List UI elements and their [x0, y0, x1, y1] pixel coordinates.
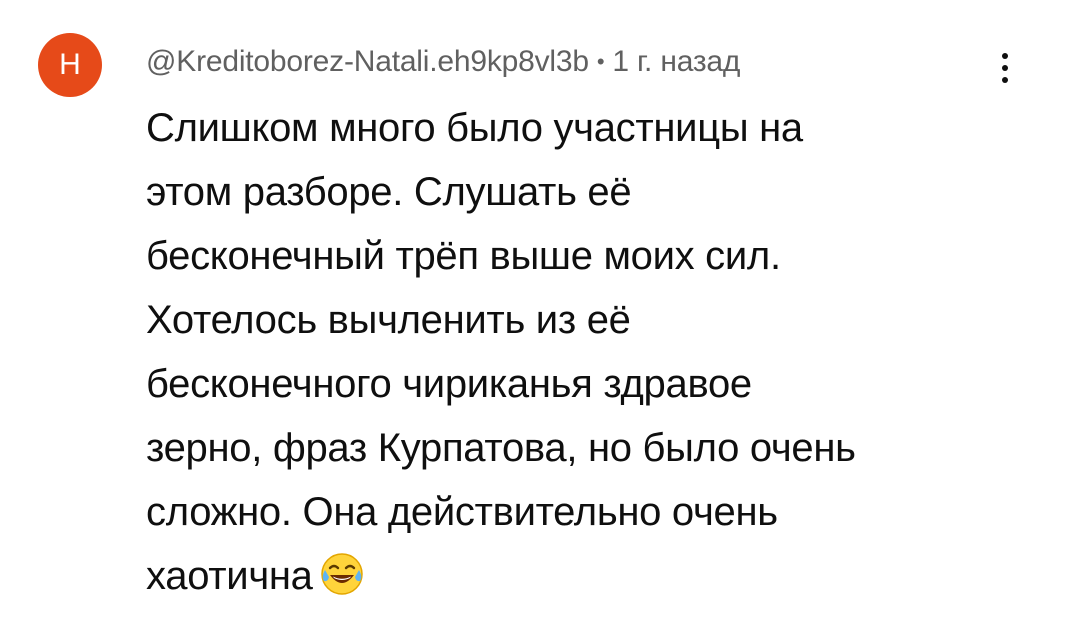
author-handle[interactable]: @Kreditoborez-Natali.eh9kp8vl3b — [146, 45, 589, 79]
menu-dot — [1002, 77, 1008, 83]
comment-line: Слишком много было участницы на — [146, 106, 803, 150]
comment-line: хаотична — [146, 554, 313, 598]
avatar[interactable]: Н — [38, 33, 102, 97]
menu-dot — [1002, 53, 1008, 59]
comment-text: Слишком много было участницы на этом раз… — [146, 96, 1046, 608]
meta-separator: • — [596, 49, 605, 74]
comment-line: бесконечного чириканья здравое — [146, 362, 752, 406]
comment-line: сложно. Она действительно очень — [146, 490, 778, 534]
face-with-tears-of-joy-icon — [319, 551, 365, 597]
comment-meta: @Kreditoborez-Natali.eh9kp8vl3b • 1 г. н… — [146, 40, 740, 84]
comment-time: 1 г. назад — [612, 45, 741, 78]
comment: Н @Kreditoborez-Natali.eh9kp8vl3b • 1 г.… — [0, 0, 1080, 634]
comment-line: этом разборе. Слушать её — [146, 170, 632, 214]
comment-line: Хотелось вычленить из её — [146, 298, 631, 342]
comment-last-line: хаотична — [146, 544, 1046, 608]
comment-line: бесконечный трёп выше моих сил. — [146, 234, 781, 278]
comment-line: зерно, фраз Курпатова, но было очень — [146, 426, 856, 470]
more-vertical-icon[interactable] — [990, 44, 1020, 92]
menu-dot — [1002, 65, 1008, 71]
